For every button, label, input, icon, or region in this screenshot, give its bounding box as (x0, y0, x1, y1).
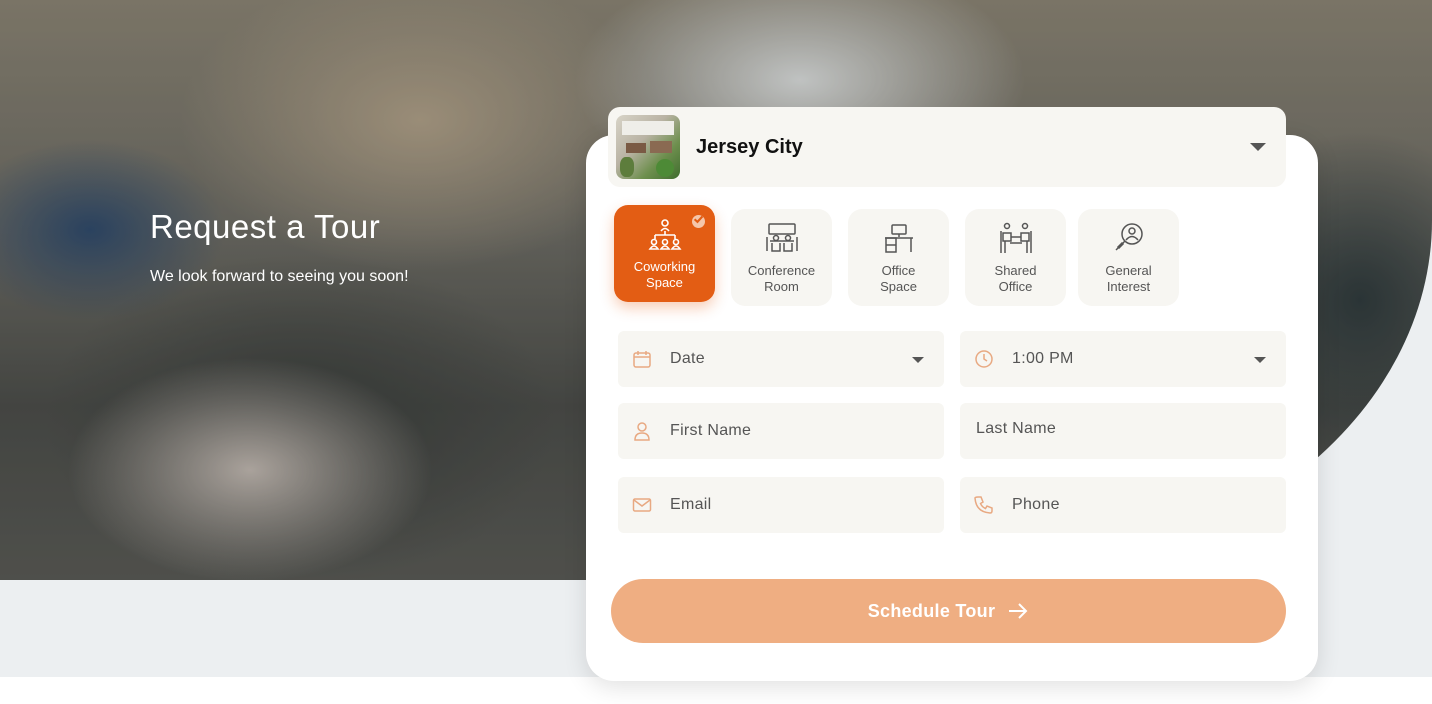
time-select[interactable]: 1:00 PM (960, 331, 1286, 387)
chevron-down-icon (1250, 143, 1266, 151)
check-icon (692, 215, 705, 228)
space-type-conference-room[interactable]: Conference Room (731, 209, 832, 306)
space-type-shared-office[interactable]: Shared Office (965, 209, 1066, 306)
space-type-general-interest[interactable]: General Interest (1078, 209, 1179, 306)
location-thumbnail (616, 115, 680, 179)
arrow-right-icon (1009, 603, 1028, 619)
page: Request a Tour We look forward to seeing… (0, 0, 1432, 704)
space-type-label: General Interest (1105, 263, 1152, 294)
date-placeholder: Date (670, 350, 705, 367)
schedule-tour-label: Schedule Tour (867, 600, 996, 621)
last-name-field[interactable]: Last Name (960, 403, 1286, 459)
location-name: Jersey City (696, 135, 803, 158)
space-type-coworking[interactable]: Coworking Space (614, 205, 715, 302)
calendar-icon (632, 349, 652, 369)
user-icon (632, 421, 652, 441)
coworking-icon (648, 219, 681, 250)
clock-icon (974, 349, 994, 369)
date-select[interactable]: Date (618, 331, 944, 387)
page-title: Request a Tour (150, 208, 381, 245)
conference-room-icon (765, 223, 798, 252)
location-select[interactable]: Jersey City (608, 107, 1286, 187)
schedule-tour-button[interactable]: Schedule Tour (611, 579, 1286, 643)
search-person-icon (1114, 223, 1143, 251)
phone-placeholder: Phone (1012, 496, 1060, 513)
office-desk-icon (884, 224, 913, 253)
last-name-placeholder: Last Name (976, 420, 1057, 437)
phone-icon (974, 495, 994, 515)
space-type-label: Conference Room (747, 263, 816, 294)
shared-office-icon (999, 222, 1032, 253)
phone-field[interactable]: Phone (960, 477, 1286, 533)
space-type-office-space[interactable]: Office Space (848, 209, 949, 306)
time-value: 1:00 PM (1012, 350, 1074, 367)
email-placeholder: Email (670, 496, 712, 513)
space-type-label: Shared Office (994, 263, 1037, 294)
page-subtitle: We look forward to seeing you soon! (150, 268, 409, 285)
hero: Request a Tour We look forward to seeing… (150, 208, 409, 286)
space-type-label: Office Space (880, 263, 917, 294)
email-field[interactable]: Email (618, 477, 944, 533)
first-name-field[interactable]: First Name (618, 403, 944, 459)
first-name-placeholder: First Name (670, 422, 752, 439)
chevron-down-icon (1254, 357, 1266, 363)
mail-icon (632, 495, 652, 515)
chevron-down-icon (912, 357, 924, 363)
space-type-label: Coworking Space (633, 259, 696, 290)
